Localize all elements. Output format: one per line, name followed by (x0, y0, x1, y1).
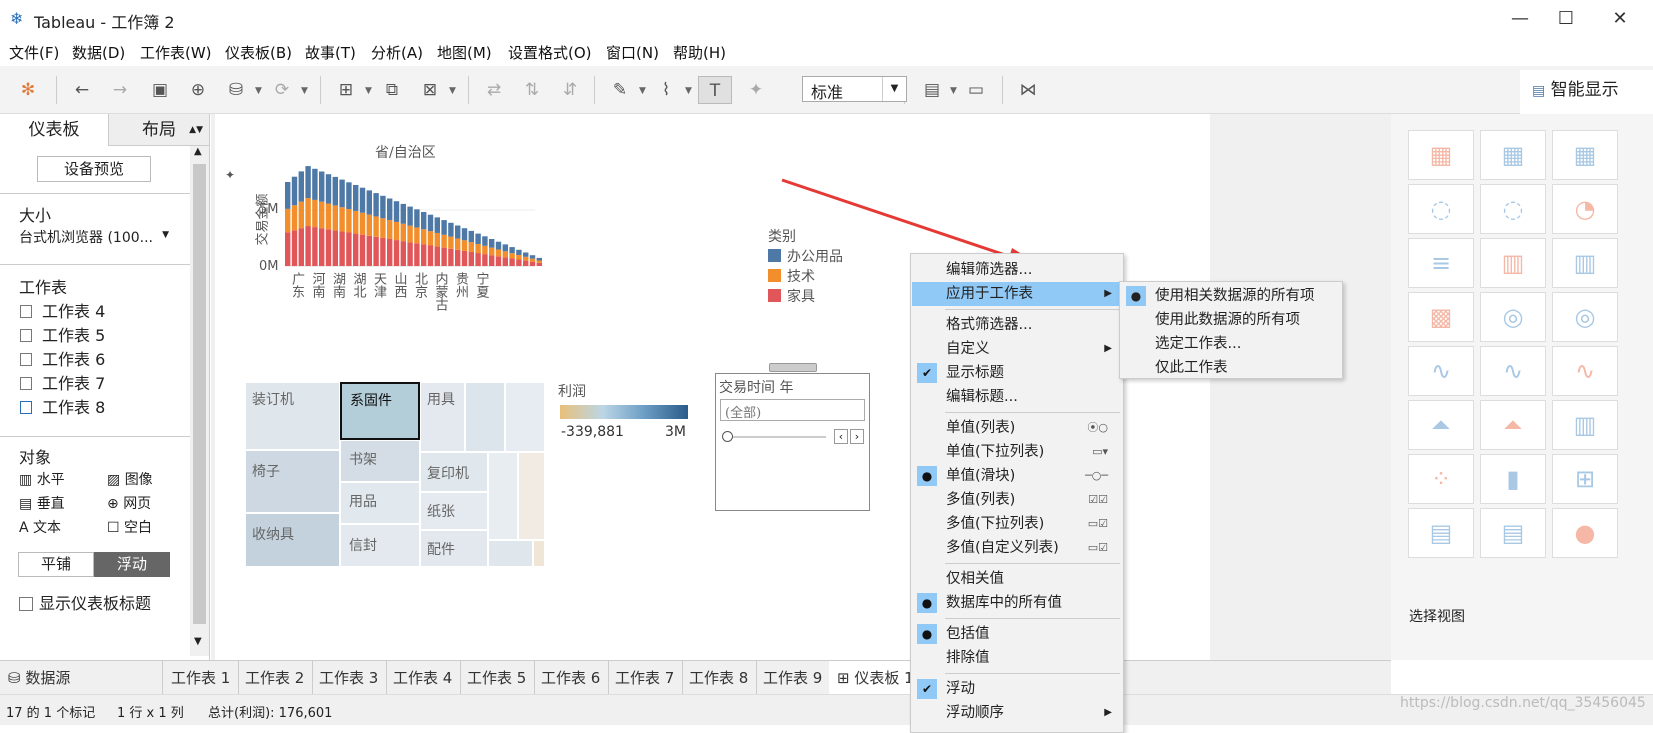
status-marks: 17 的 1 个标记 (6, 706, 96, 721)
dropdown-icon: ▭▾ (1092, 445, 1108, 458)
datasource-icon: ⛁ (8, 669, 26, 687)
chart-type-thumbnail[interactable]: ◔ (1552, 184, 1618, 234)
chart-type-thumbnail[interactable]: ▩ (1408, 292, 1474, 342)
sheet-tab[interactable]: 工作表 8 (681, 661, 758, 695)
chart-type-thumbnail[interactable]: ◌ (1408, 184, 1474, 234)
tab-label: 数据源 (25, 669, 71, 687)
watermark: https://blog.csdn.net/qq_35456045 (1400, 695, 1646, 711)
menu-label: 单值(列表) (946, 420, 1016, 436)
menu-customize[interactable]: 自定义 ▶ (912, 337, 1122, 361)
chevron-right-icon: ▶ (1104, 343, 1112, 354)
chart-type-thumbnail[interactable]: ∿ (1552, 346, 1618, 396)
filter-context-menu: 编辑筛选器... 应用于工作表 ▶ 格式筛选器... 自定义 ▶ ✔ 显示标题 编辑标… (910, 253, 1124, 733)
status-bar: 17 的 1 个标记 1 行 x 1 列 总计(利润): 176,601 htt… (0, 694, 1653, 725)
radio-selected-icon: ● (917, 624, 937, 644)
radio-list-icon: ⦿○ (1087, 421, 1108, 434)
sheet-tab[interactable]: 工作表 4 (385, 661, 462, 695)
sheet-tab[interactable]: 工作表 6 (533, 661, 610, 695)
sheet-tab[interactable]: 工作表 2 (237, 661, 314, 695)
menu-multi-dropdown[interactable]: 多值(下拉列表) ▭☑ (912, 512, 1122, 536)
menu-label: 使用相关数据源的所有项 (1155, 288, 1315, 304)
menu-show-title[interactable]: ✔ 显示标题 (912, 361, 1122, 385)
sheet-tab[interactable]: 工作表 1 (163, 661, 240, 695)
chart-type-thumbnail[interactable]: ▤ (1480, 508, 1546, 558)
sheet-tab[interactable]: 工作表 5 (459, 661, 536, 695)
chart-type-thumbnail[interactable]: ◌ (1480, 184, 1546, 234)
chart-type-thumbnail[interactable]: ▦ (1408, 130, 1474, 180)
menu-label: 单值(滑块) (946, 468, 1016, 484)
checkbox-list-icon: ☑☑ (1088, 493, 1108, 506)
menu-apply-to-worksheets[interactable]: 应用于工作表 ▶ (912, 282, 1122, 306)
menu-floating[interactable]: ✔ 浮动 (912, 677, 1122, 701)
apply-to-submenu: ● 使用相关数据源的所有项 使用此数据源的所有项 选定工作表... 仅此工作表 (1119, 281, 1343, 379)
menu-label: 包括值 (946, 626, 990, 642)
menu-label: 多值(自定义列表) (946, 540, 1059, 556)
menu-float-order[interactable]: 浮动顺序 ▶ (912, 701, 1122, 725)
menu-label: 应用于工作表 (946, 286, 1033, 302)
status-rows: 1 行 x 1 列 (117, 706, 184, 721)
dashboard-tab-active[interactable]: ⊞ 仪表板 1 (829, 661, 923, 695)
menu-single-list[interactable]: 单值(列表) ⦿○ (912, 416, 1122, 440)
radio-selected-icon: ● (917, 593, 937, 613)
menu-edit-filter[interactable]: 编辑筛选器... (912, 258, 1122, 282)
sheet-tab[interactable]: 工作表 7 (607, 661, 684, 695)
chart-type-thumbnail[interactable]: ∿ (1408, 346, 1474, 396)
menu-label: 自定义 (946, 341, 990, 357)
chart-type-thumbnail[interactable]: ⊞ (1552, 454, 1618, 504)
menu-multi-custom[interactable]: 多值(自定义列表) ▭☑ (912, 536, 1122, 560)
sheet-tab-bar: ⛁ 数据源 工作表 1 工作表 2 工作表 3 工作表 4 工作表 5 工作表 … (0, 660, 1391, 695)
custom-list-icon: ▭☑ (1087, 541, 1108, 554)
chart-type-thumbnail[interactable]: ▦ (1552, 130, 1618, 180)
menu-label: 浮动顺序 (946, 705, 1004, 721)
menu-label: 单值(下拉列表) (946, 444, 1045, 460)
chart-type-thumbnail[interactable]: ▥ (1480, 238, 1546, 288)
menu-label: 多值(列表) (946, 492, 1016, 508)
submenu-related-datasources[interactable]: ● 使用相关数据源的所有项 (1121, 284, 1341, 308)
status-total: 总计(利润): 176,601 (208, 706, 333, 721)
chart-type-thumbnail[interactable]: ● (1552, 508, 1618, 558)
radio-selected-icon: ● (1126, 286, 1146, 306)
dropdown-check-icon: ▭☑ (1087, 517, 1108, 530)
menu-edit-title[interactable]: 编辑标题... (912, 385, 1122, 409)
check-icon: ✔ (917, 679, 937, 699)
menu-label: 显示标题 (946, 365, 1004, 381)
chart-type-thumbnail[interactable]: ⁘ (1408, 454, 1474, 504)
menu-label: 多值(下拉列表) (946, 516, 1045, 532)
menu-multi-list[interactable]: 多值(列表) ☑☑ (912, 488, 1122, 512)
tab-label: 仪表板 1 (854, 669, 914, 687)
sheet-tab[interactable]: 工作表 3 (311, 661, 388, 695)
chart-type-thumbnail[interactable]: ▦ (1480, 130, 1546, 180)
chart-type-thumbnail[interactable]: ▤ (1408, 508, 1474, 558)
chart-type-thumbnail[interactable]: ≡ (1408, 238, 1474, 288)
chart-type-thumbnail[interactable]: ▥ (1552, 238, 1618, 288)
submenu-only-this-worksheet[interactable]: 仅此工作表 (1121, 356, 1341, 380)
dashboard-icon: ⊞ (837, 669, 855, 687)
menu-single-dropdown[interactable]: 单值(下拉列表) ▭▾ (912, 440, 1122, 464)
menu-single-slider[interactable]: ● 单值(滑块) ─○─ (912, 464, 1122, 488)
chart-type-thumbnail[interactable]: ◎ (1552, 292, 1618, 342)
sheet-tab[interactable]: 工作表 9 (755, 661, 832, 695)
chart-type-thumbnail[interactable]: ⏶ (1480, 400, 1546, 450)
menu-relevant-only[interactable]: 仅相关值 (912, 567, 1122, 591)
menu-label: 数据库中的所有值 (946, 595, 1062, 611)
chart-type-thumbnail[interactable]: ▥ (1552, 400, 1618, 450)
chart-type-thumbnail[interactable]: ∿ (1480, 346, 1546, 396)
chart-type-thumbnail[interactable]: ◎ (1480, 292, 1546, 342)
tab-datasource[interactable]: ⛁ 数据源 (0, 661, 163, 695)
check-icon: ✔ (917, 363, 937, 383)
chart-type-thumbnail[interactable]: ⏶ (1408, 400, 1474, 450)
chevron-right-icon: ▶ (1104, 288, 1112, 299)
submenu-this-datasource[interactable]: 使用此数据源的所有项 (1121, 308, 1341, 332)
chevron-right-icon: ▶ (1104, 707, 1112, 718)
menu-all-db-values[interactable]: ● 数据库中的所有值 (912, 591, 1122, 615)
menu-label: 浮动 (946, 681, 975, 697)
chart-type-thumbnail[interactable]: ▮ (1480, 454, 1546, 504)
menu-format-filter[interactable]: 格式筛选器... (912, 313, 1122, 337)
slider-icon: ─○─ (1085, 469, 1108, 482)
smart-show-footer: 选择视图 (1409, 609, 1465, 625)
menu-exclude-values[interactable]: 排除值 (912, 646, 1122, 670)
submenu-selected-worksheets[interactable]: 选定工作表... (1121, 332, 1341, 356)
radio-selected-icon: ● (917, 466, 937, 486)
menu-include-values[interactable]: ● 包括值 (912, 622, 1122, 646)
